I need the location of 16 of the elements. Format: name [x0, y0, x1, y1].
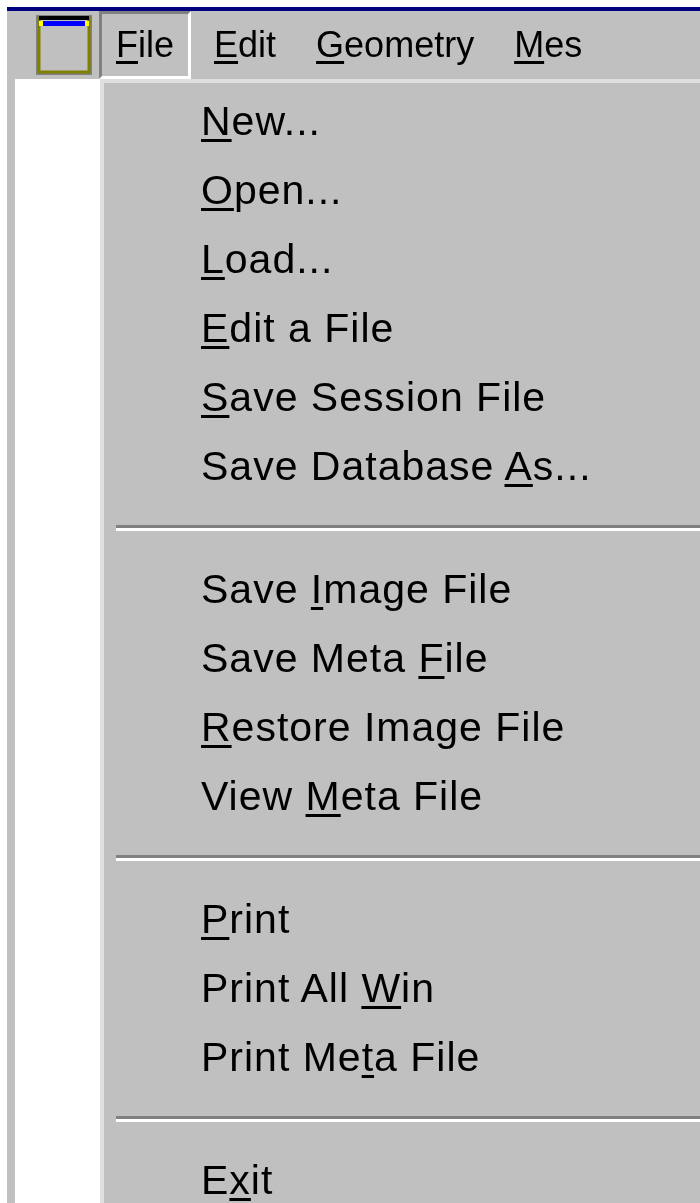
menu-item[interactable]: Print All Win: [201, 958, 435, 1020]
menu-item[interactable]: New...: [201, 91, 321, 153]
menu-bar-item[interactable]: File: [99, 11, 192, 80]
menu-item[interactable]: Save Database As...: [201, 436, 592, 498]
menu-item[interactable]: Exit: [201, 1150, 274, 1203]
menu-item[interactable]: View Meta File: [201, 766, 484, 828]
menu-item[interactable]: Save Image File: [201, 559, 513, 621]
menu-item[interactable]: Save Meta File: [201, 628, 489, 690]
menu-item[interactable]: Edit a File: [201, 298, 395, 360]
window-icon[interactable]: [35, 14, 93, 77]
menu-item[interactable]: Save Session File: [201, 367, 547, 429]
menu-item[interactable]: Open...: [201, 160, 343, 222]
menu-item[interactable]: Restore Image File: [201, 697, 566, 759]
menu-item[interactable]: Load...: [201, 229, 334, 291]
menu-item[interactable]: Print: [201, 889, 291, 951]
menu-item[interactable]: Print Meta File: [201, 1027, 481, 1089]
